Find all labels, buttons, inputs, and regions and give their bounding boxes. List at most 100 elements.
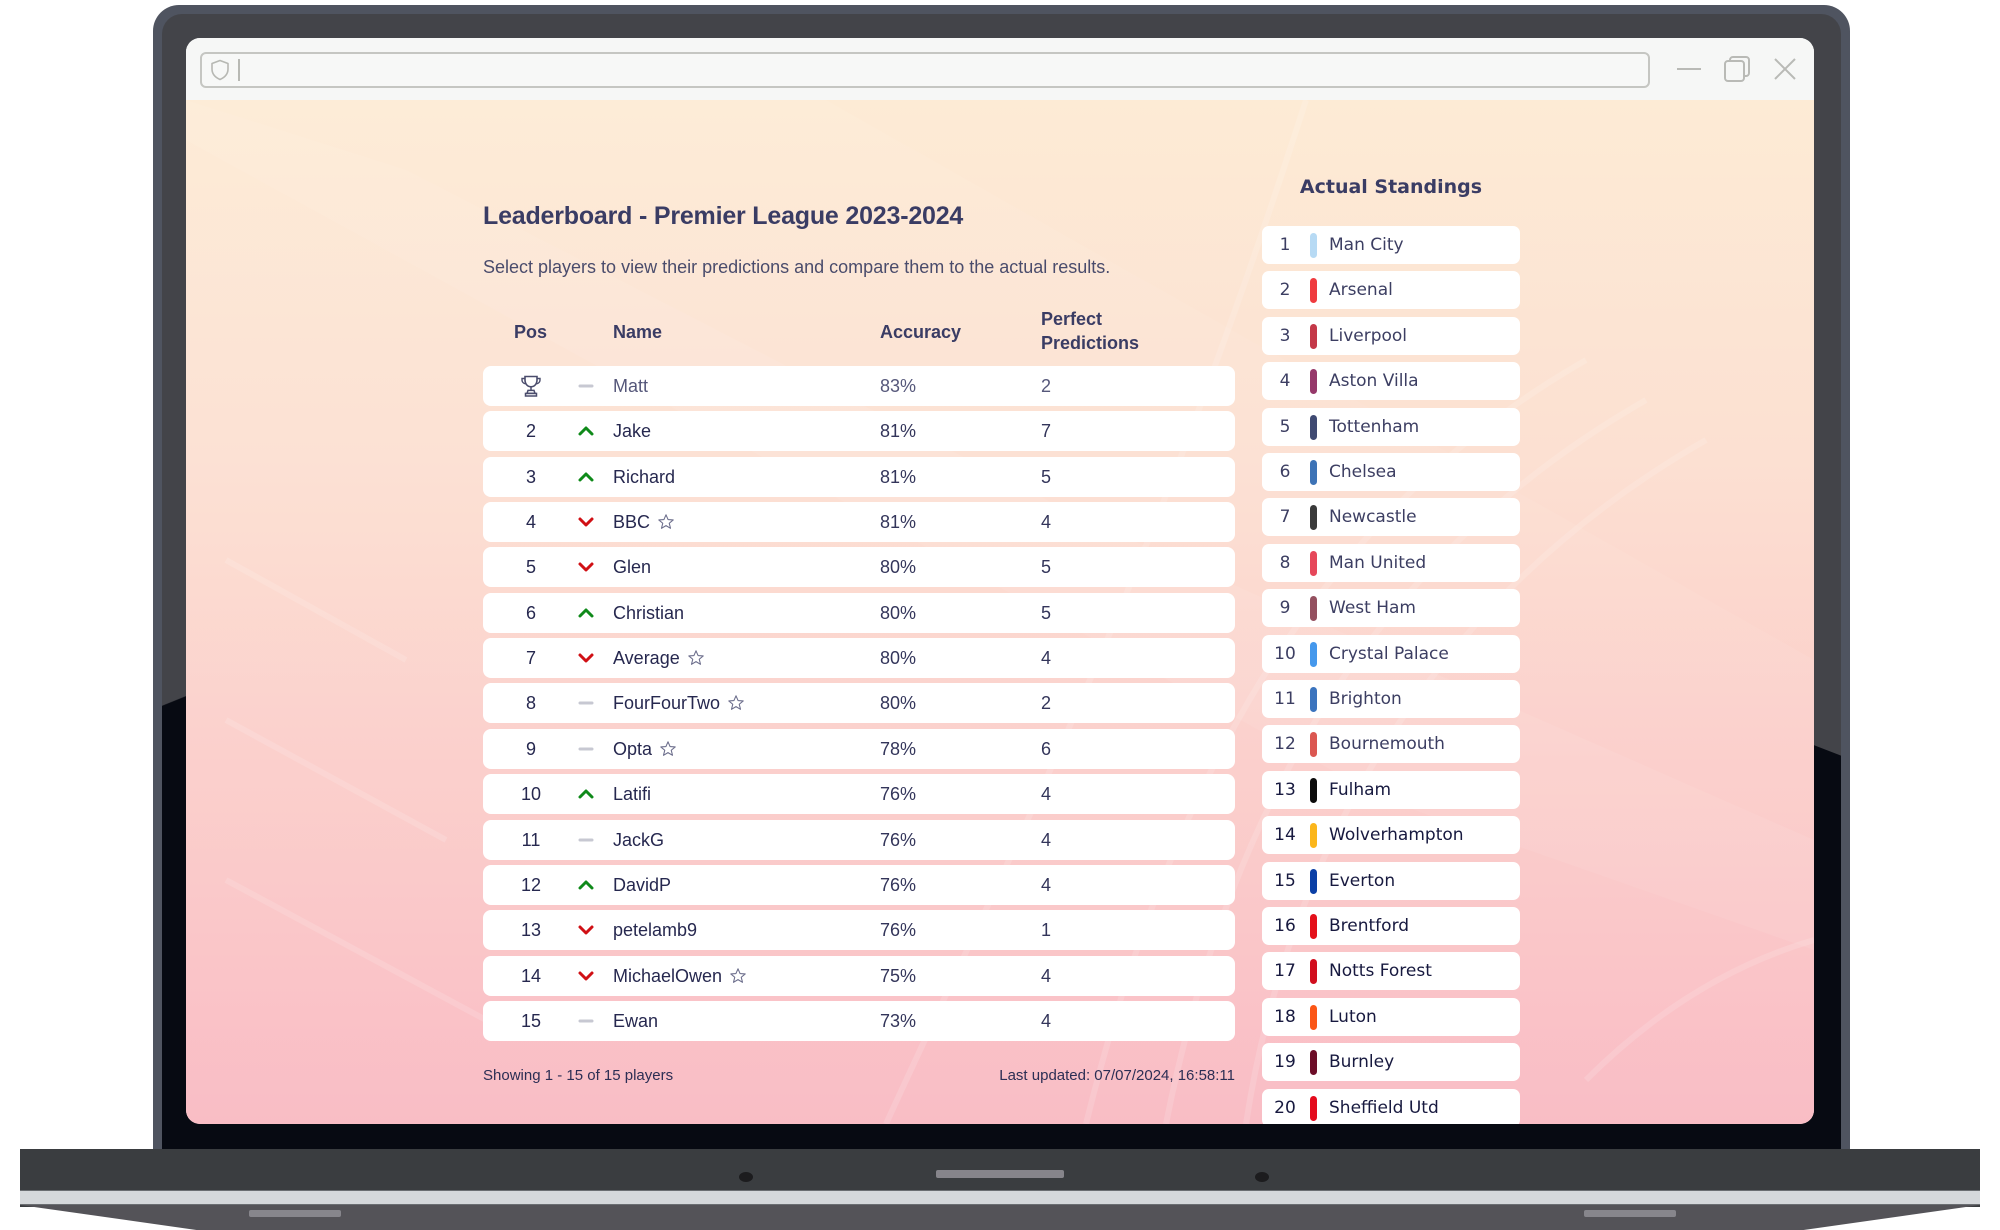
standings-row[interactable]: 8 Man United xyxy=(1262,543,1520,582)
perfect-predictions-value: 4 xyxy=(1041,648,1052,669)
team-position: 9 xyxy=(1279,598,1291,619)
leaderboard-row[interactable]: 2 Jake 81% 7 xyxy=(483,411,1235,452)
team-color-bar xyxy=(1310,596,1317,622)
leaderboard-row[interactable]: 13 petelamb9 76% 1 xyxy=(483,910,1235,951)
standings-row[interactable]: 2 Arsenal xyxy=(1262,271,1520,310)
leaderboard-row[interactable]: 8 FourFourTwo 80% 2 xyxy=(483,683,1235,724)
team-color-bar xyxy=(1310,414,1317,440)
player-name-cell: DavidP xyxy=(613,865,671,905)
column-header-pos[interactable]: Pos xyxy=(514,320,547,344)
standings-row[interactable]: 11 Brighton xyxy=(1262,680,1520,718)
team-position: 3 xyxy=(1279,325,1291,346)
perfect-predictions-value: 4 xyxy=(1041,1010,1052,1031)
close-button[interactable] xyxy=(1770,54,1800,84)
player-name-cell: JackG xyxy=(613,820,664,860)
player-name: BBC xyxy=(613,512,651,533)
team-position: 18 xyxy=(1274,1006,1296,1027)
standings-row[interactable]: 10 Crystal Palace xyxy=(1262,634,1520,673)
leaderboard-row[interactable]: 5 Glen 80% 5 xyxy=(483,547,1235,588)
leaderboard-row[interactable]: 3 Richard 81% 5 xyxy=(483,456,1235,497)
leaderboard-row[interactable]: 11 JackG 76% 4 xyxy=(483,819,1235,860)
browser-window: Leaderboard - Premier League 2023-2024 S… xyxy=(186,38,1814,1124)
column-header-accuracy[interactable]: Accuracy xyxy=(880,320,961,344)
standings-row[interactable]: 17 Notts Forest xyxy=(1262,952,1520,991)
team-position: 1 xyxy=(1279,235,1291,255)
perfect-predictions-value: 4 xyxy=(1041,874,1052,895)
player-name: DavidP xyxy=(613,874,672,895)
leaderboard-row[interactable]: Matt 83% 2 xyxy=(483,366,1235,406)
team-color-bar xyxy=(1310,233,1317,258)
text-cursor xyxy=(238,59,240,81)
team-color-bar xyxy=(1310,505,1317,531)
standings-row[interactable]: 16 Brentford xyxy=(1262,907,1520,945)
player-name-cell: Opta xyxy=(613,729,677,769)
team-color-bar xyxy=(1310,732,1317,758)
trophy-icon xyxy=(521,375,541,397)
team-position: 6 xyxy=(1279,462,1291,482)
team-color-bar xyxy=(1310,460,1317,485)
team-name: Brighton xyxy=(1329,689,1402,709)
standings-row[interactable]: 9 West Ham xyxy=(1262,589,1520,628)
standings-row[interactable]: 13 Fulham xyxy=(1262,770,1520,809)
leaderboard-row[interactable]: 9 Opta 78% 6 xyxy=(483,728,1235,769)
leaderboard-row[interactable]: 14 MichaelOwen 75% 4 xyxy=(483,955,1235,996)
standings-row[interactable]: 1 Man City xyxy=(1262,226,1520,264)
team-name: West Ham xyxy=(1329,598,1416,619)
player-name: Average xyxy=(613,648,680,669)
minimize-button[interactable] xyxy=(1674,54,1704,84)
leaderboard-row[interactable]: 12 DavidP 76% 4 xyxy=(483,864,1235,905)
row-position: 11 xyxy=(521,829,541,850)
standings-row[interactable]: 14 Wolverhampton xyxy=(1262,816,1520,855)
column-header-perfect-predictions[interactable]: Perfect Predictions xyxy=(1041,307,1151,355)
leaderboard-row[interactable]: 6 Christian 80% 5 xyxy=(483,592,1235,633)
team-name: Aston Villa xyxy=(1329,371,1419,392)
standings-row[interactable]: 3 Liverpool xyxy=(1262,316,1520,355)
trend-up-icon xyxy=(578,472,594,482)
team-name: Arsenal xyxy=(1329,280,1393,301)
team-color-bar xyxy=(1310,687,1317,712)
standings-row[interactable]: 18 Luton xyxy=(1262,997,1520,1036)
restore-icon xyxy=(1724,56,1750,82)
player-name: Latifi xyxy=(613,784,652,805)
team-name: Brentford xyxy=(1329,916,1410,936)
trend-up-icon xyxy=(578,426,594,436)
standings-row[interactable]: 7 Newcastle xyxy=(1262,498,1520,537)
player-name-cell: Average xyxy=(613,638,705,678)
perfect-predictions-value: 6 xyxy=(1041,738,1052,759)
trend-unchanged-icon xyxy=(578,1019,594,1023)
leaderboard-row[interactable]: 15 Ewan 73% 4 xyxy=(483,1000,1235,1041)
standings-row[interactable]: 12 Bournemouth xyxy=(1262,725,1520,764)
team-name: Man United xyxy=(1329,552,1427,573)
address-bar[interactable] xyxy=(200,52,1650,88)
player-name-cell: FourFourTwo xyxy=(613,683,745,723)
standings-row[interactable]: 19 Burnley xyxy=(1262,1043,1520,1082)
team-position: 14 xyxy=(1274,825,1296,846)
team-color-bar xyxy=(1310,959,1317,985)
accuracy-value: 80% xyxy=(880,557,917,578)
standings-row[interactable]: 6 Chelsea xyxy=(1262,453,1520,491)
team-name: Liverpool xyxy=(1329,325,1408,346)
standings-row[interactable]: 20 Sheffield Utd xyxy=(1262,1088,1520,1124)
accuracy-value: 80% xyxy=(880,602,917,623)
laptop-opening-notch xyxy=(936,1170,1064,1178)
team-name: Bournemouth xyxy=(1329,734,1445,755)
team-color-bar xyxy=(1310,868,1317,894)
trend-down-icon xyxy=(578,517,594,527)
leaderboard-row[interactable]: 7 Average 80% 4 xyxy=(483,638,1235,679)
trend-unchanged-icon xyxy=(578,384,594,388)
accuracy-value: 81% xyxy=(880,512,917,533)
standings-row[interactable]: 5 Tottenham xyxy=(1262,407,1520,446)
restore-button[interactable] xyxy=(1722,54,1752,84)
row-position: 7 xyxy=(525,648,536,669)
standings-row[interactable]: 4 Aston Villa xyxy=(1262,362,1520,401)
team-name: Fulham xyxy=(1329,779,1392,800)
standings-row[interactable]: 15 Everton xyxy=(1262,861,1520,900)
trend-unchanged-icon xyxy=(578,701,594,705)
leaderboard-row[interactable]: 4 BBC 81% 4 xyxy=(483,502,1235,543)
pagination-summary: Showing 1 - 15 of 15 players xyxy=(483,1067,674,1084)
leaderboard-row[interactable]: 10 Latifi 76% 4 xyxy=(483,774,1235,815)
team-position: 5 xyxy=(1279,416,1291,437)
column-header-name[interactable]: Name xyxy=(613,320,662,344)
trend-down-icon xyxy=(578,653,594,663)
player-name: Opta xyxy=(613,738,653,759)
